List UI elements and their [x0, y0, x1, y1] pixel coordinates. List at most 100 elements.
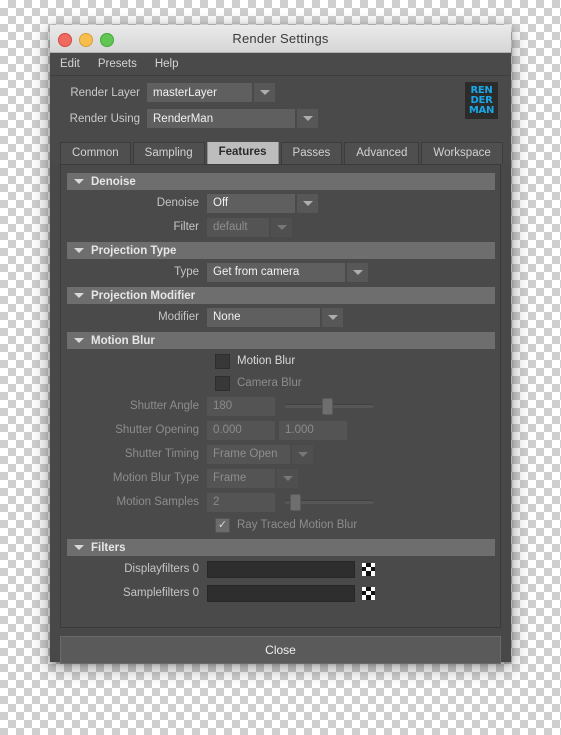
- menu-item-help[interactable]: Help: [155, 58, 179, 70]
- section-header-filters[interactable]: Filters: [67, 539, 495, 556]
- section-title-projection-modifier: Projection Modifier: [91, 289, 196, 302]
- motion-blur-type-dropdown[interactable]: Frame: [207, 468, 298, 488]
- samplefilters-label: Samplefilters 0: [122, 587, 199, 599]
- ray-traced-motion-blur-row: ✓ Ray Traced Motion Blur: [61, 515, 500, 535]
- motion-blur-type-dropdown-arrow[interactable]: [277, 468, 298, 488]
- render-using-dropdown-arrow[interactable]: [297, 109, 318, 128]
- render-layer-value: masterLayer: [147, 83, 252, 102]
- ray-traced-motion-blur-checkbox[interactable]: ✓: [215, 517, 230, 533]
- collapse-triangle-icon: [74, 248, 84, 253]
- samplefilters-input[interactable]: [207, 584, 355, 602]
- shutter-angle-slider[interactable]: [285, 397, 373, 416]
- section-title-denoise: Denoise: [91, 175, 136, 188]
- render-layer-row: Render Layer masterLayer: [50, 82, 511, 103]
- camera-blur-checkbox-row: Camera Blur: [61, 373, 500, 393]
- motion-blur-checkbox[interactable]: [215, 353, 230, 369]
- denoise-dropdown[interactable]: Off: [207, 193, 318, 213]
- displayfilters-row: Displayfilters 0: [61, 558, 500, 580]
- close-window-button[interactable]: [58, 33, 72, 47]
- slider-handle[interactable]: [321, 397, 333, 415]
- minimize-window-button[interactable]: [79, 33, 93, 47]
- displayfilters-input[interactable]: [207, 560, 355, 578]
- motion-samples-input[interactable]: 2: [207, 492, 275, 512]
- shutter-angle-input[interactable]: 180: [207, 396, 275, 416]
- denoise-filter-row: Filter default: [61, 216, 500, 238]
- denoise-row: Denoise Off: [61, 192, 500, 214]
- projection-modifier-label: Modifier: [158, 311, 199, 323]
- render-layer-label: Render Layer: [70, 86, 140, 99]
- window-titlebar: Render Settings: [50, 25, 511, 53]
- tab-features[interactable]: Features: [206, 140, 279, 164]
- shutter-opening-input-min[interactable]: 0.000: [207, 420, 275, 440]
- chevron-down-icon: [352, 269, 363, 275]
- denoise-filter-dropdown-arrow[interactable]: [271, 217, 292, 237]
- chevron-down-icon: [282, 475, 293, 481]
- projection-type-row: Type Get from camera: [61, 261, 500, 283]
- tab-advanced[interactable]: Advanced: [344, 142, 420, 164]
- projection-type-value: Get from camera: [207, 262, 345, 282]
- menu-item-edit[interactable]: Edit: [60, 58, 80, 70]
- render-layer-dropdown-arrow[interactable]: [254, 83, 275, 102]
- chevron-down-icon: [259, 90, 270, 95]
- features-panel: Denoise Denoise Off Filter default Proje…: [60, 164, 501, 628]
- denoise-dropdown-arrow[interactable]: [297, 193, 318, 213]
- chevron-down-icon: [327, 314, 338, 320]
- shutter-timing-label: Shutter Timing: [124, 448, 199, 460]
- tab-sampling[interactable]: Sampling: [132, 142, 205, 164]
- denoise-filter-dropdown[interactable]: default: [207, 217, 292, 237]
- section-header-motion-blur[interactable]: Motion Blur: [67, 332, 495, 349]
- chevron-down-icon: [276, 224, 287, 230]
- render-using-value: RenderMan: [147, 109, 295, 128]
- window-title: Render Settings: [232, 31, 329, 46]
- denoise-value: Off: [207, 193, 295, 213]
- projection-type-dropdown[interactable]: Get from camera: [207, 262, 368, 282]
- menubar: Edit Presets Help: [50, 53, 511, 76]
- close-button[interactable]: Close: [60, 636, 501, 664]
- shutter-timing-row: Shutter Timing Frame Open: [61, 443, 500, 465]
- renderman-logo-line2: DER: [470, 94, 493, 106]
- render-layer-section: Render Layer masterLayer Render Using Re…: [50, 76, 511, 142]
- projection-modifier-dropdown[interactable]: None: [207, 307, 343, 327]
- shutter-timing-value: Frame Open: [207, 444, 290, 464]
- samplefilters-row: Samplefilters 0: [61, 582, 500, 604]
- render-settings-window: Render Settings Edit Presets Help Render…: [50, 25, 511, 664]
- renderman-logo: REN DER MAN: [465, 82, 498, 119]
- footer: Close: [50, 628, 511, 673]
- motion-blur-checkbox-label: Motion Blur: [237, 355, 296, 367]
- renderman-logo-line1: REN: [470, 84, 493, 96]
- camera-blur-checkbox-label: Camera Blur: [237, 377, 302, 389]
- chevron-down-icon: [297, 451, 308, 457]
- chevron-down-icon: [302, 116, 313, 121]
- render-layer-dropdown[interactable]: masterLayer: [147, 83, 275, 102]
- motion-samples-label: Motion Samples: [116, 496, 199, 508]
- projection-type-dropdown-arrow[interactable]: [347, 262, 368, 282]
- tab-workspace[interactable]: Workspace: [421, 142, 503, 164]
- shutter-opening-row: Shutter Opening 0.000 1.000: [61, 419, 500, 441]
- tab-common[interactable]: Common: [60, 142, 131, 164]
- tab-passes[interactable]: Passes: [280, 142, 343, 164]
- slider-handle[interactable]: [290, 493, 302, 511]
- section-header-denoise[interactable]: Denoise: [67, 173, 495, 190]
- renderman-logo-line3: MAN: [468, 104, 495, 116]
- motion-blur-type-value: Frame: [207, 468, 275, 488]
- chevron-down-icon: [302, 200, 313, 206]
- displayfilters-checker-icon[interactable]: [362, 562, 375, 576]
- section-header-projection-type[interactable]: Projection Type: [67, 242, 495, 259]
- motion-blur-checkbox-row: Motion Blur: [61, 351, 500, 371]
- camera-blur-checkbox[interactable]: [215, 375, 230, 391]
- motion-samples-slider[interactable]: [285, 493, 373, 512]
- shutter-angle-row: Shutter Angle 180: [61, 395, 500, 417]
- shutter-opening-input-max[interactable]: 1.000: [279, 420, 347, 440]
- samplefilters-checker-icon[interactable]: [362, 586, 375, 600]
- section-header-projection-modifier[interactable]: Projection Modifier: [67, 287, 495, 304]
- collapse-triangle-icon: [74, 545, 84, 550]
- projection-modifier-row: Modifier None: [61, 306, 500, 328]
- menu-item-presets[interactable]: Presets: [98, 58, 137, 70]
- ray-traced-motion-blur-label: Ray Traced Motion Blur: [237, 519, 358, 531]
- shutter-timing-dropdown[interactable]: Frame Open: [207, 444, 313, 464]
- render-using-dropdown[interactable]: RenderMan: [147, 109, 318, 128]
- projection-modifier-dropdown-arrow[interactable]: [322, 307, 343, 327]
- motion-blur-type-row: Motion Blur Type Frame: [61, 467, 500, 489]
- maximize-window-button[interactable]: [100, 33, 114, 47]
- shutter-timing-dropdown-arrow[interactable]: [292, 444, 313, 464]
